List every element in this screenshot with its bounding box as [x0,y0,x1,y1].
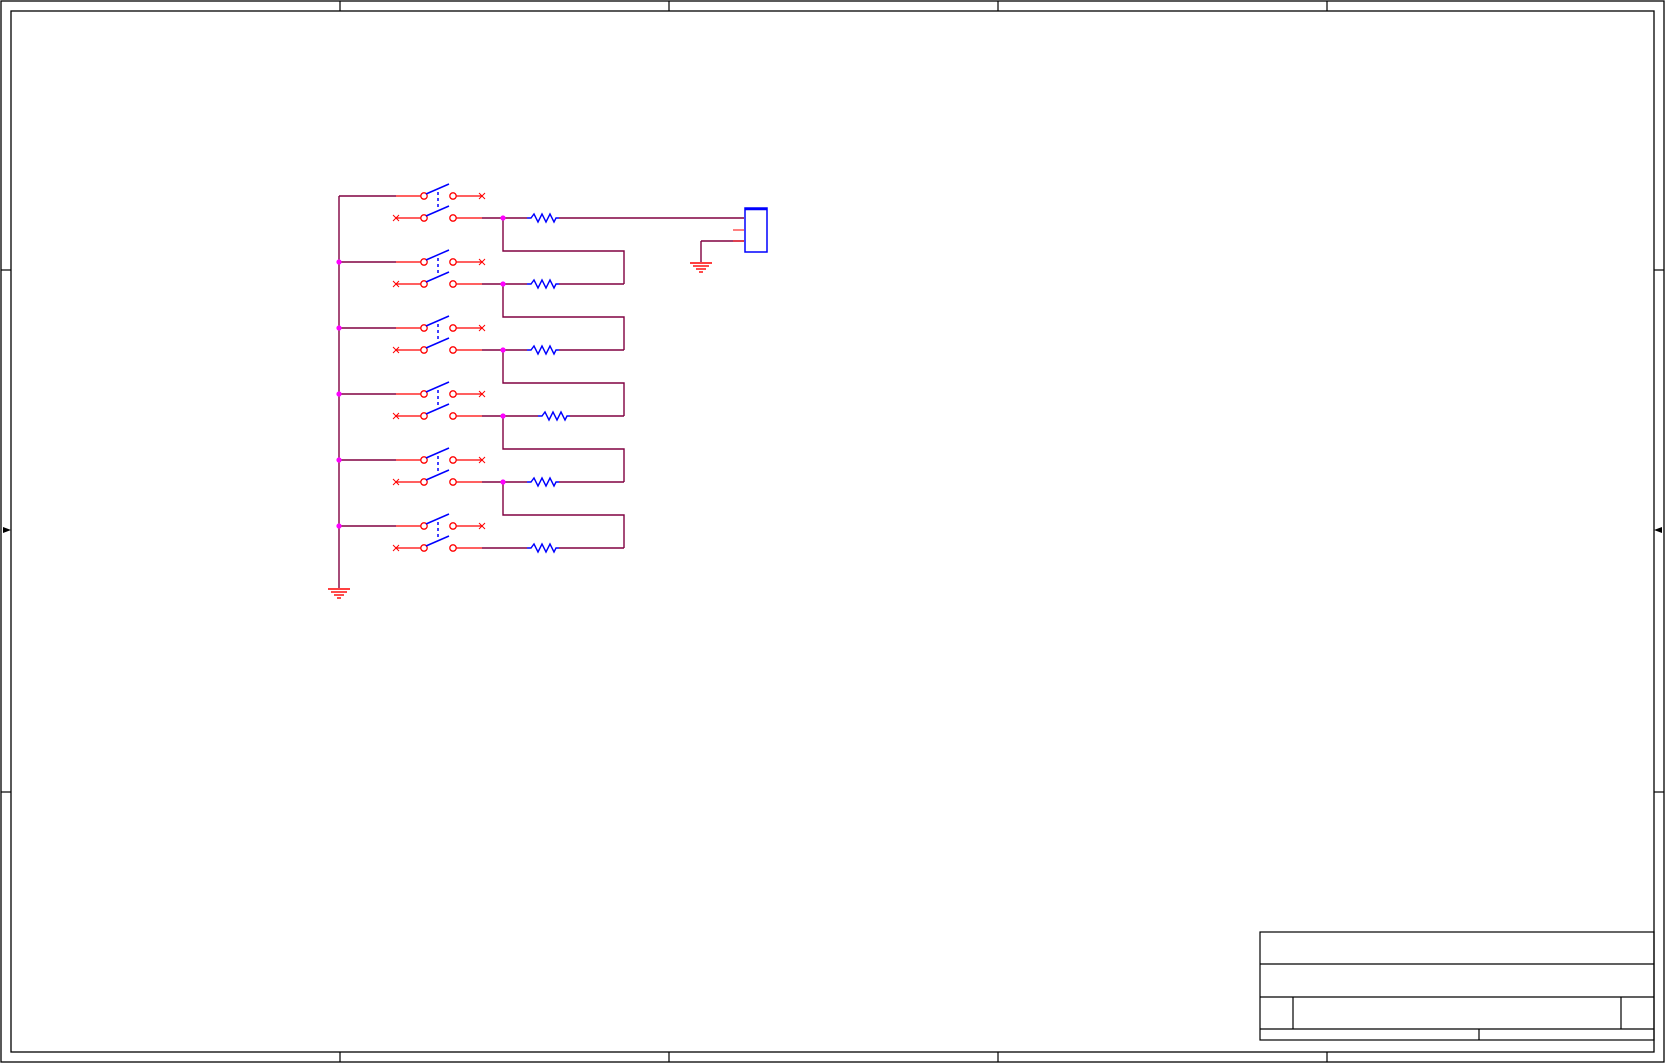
switch-contact-2-2 [449,258,457,266]
switch-contact-5-4 [449,478,457,486]
switch-contact-5-2 [449,456,457,464]
schematic-sheet [0,0,1665,1063]
junction-dot-7 [500,281,506,287]
junction-dot-6 [500,215,506,221]
junction-dot-3 [336,391,342,397]
switch-contact-3-4 [449,346,457,354]
junction-dot-10 [500,479,506,485]
switch-contact-4-2 [449,390,457,398]
connector-body [744,207,768,253]
junction-dot-9 [500,413,506,419]
switch-contact-1-4 [449,214,457,222]
junction-dot-8 [500,347,506,353]
switch-contact-3-2 [449,324,457,332]
switch-contact-4-4 [449,412,457,420]
junction-dot-1 [336,259,342,265]
junction-dot-4 [336,457,342,463]
switch-contact-1-2 [449,192,457,200]
sheet-background [0,0,1665,1063]
junction-dot-5 [336,523,342,529]
switch-contact-6-2 [449,522,457,530]
switch-contact-2-4 [449,280,457,288]
switch-contact-6-4 [449,544,457,552]
junction-dot-2 [336,325,342,331]
